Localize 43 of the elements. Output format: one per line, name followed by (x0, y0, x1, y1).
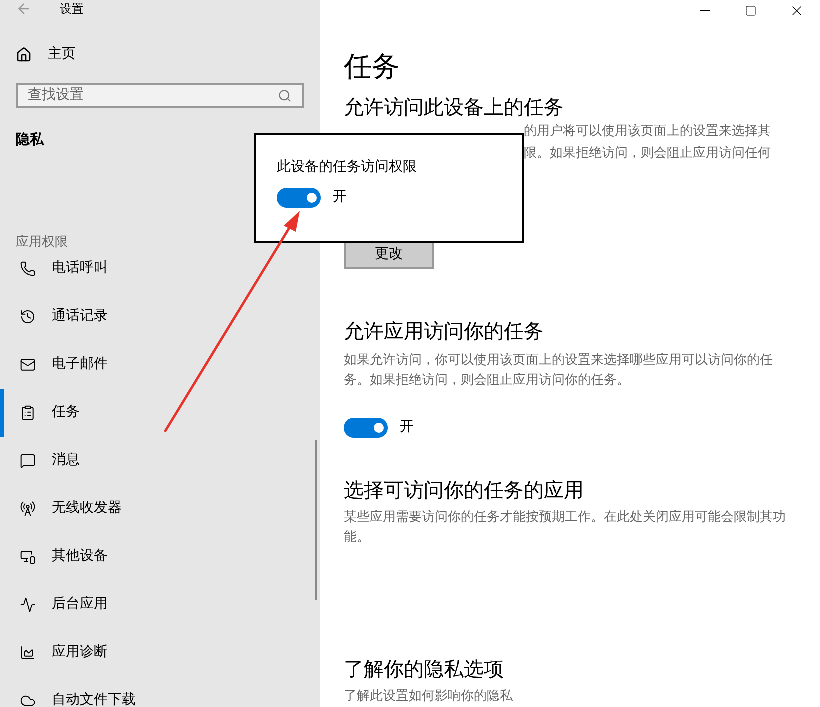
window-title: 设置 (60, 1, 84, 18)
history-icon (20, 308, 36, 324)
sidebar-item[interactable]: 应用诊断 (0, 628, 320, 676)
toggle-switch[interactable] (277, 188, 321, 208)
section-heading: 了解你的隐私选项 (344, 656, 505, 683)
sidebar-item[interactable]: 通话记录 (0, 292, 320, 340)
sidebar-item[interactable]: 其他设备 (0, 532, 320, 580)
section-title: 隐私 (15, 131, 46, 150)
search-box[interactable]: 查找设置 (16, 83, 304, 108)
toggle-label: 开 (333, 188, 347, 207)
description-text: 某些应用需要访问你的任务才能按预期工作。在此处关闭应用可能会限制其功能。 (344, 509, 787, 547)
sidebar-item[interactable]: 电子邮件 (0, 340, 320, 388)
activity-icon (20, 596, 36, 612)
mail-icon (20, 356, 36, 372)
description-text: 如果允许访问，你可以使用该页面上的设置来选择哪些应用可以访问你的任务。如果拒绝访问，则会阻止应用访问你的任务。 (344, 352, 774, 390)
sidebar-item[interactable]: 自动文件下载 (0, 676, 320, 707)
page-title: 任务 (344, 49, 401, 85)
sidebar-item[interactable]: 后台应用 (0, 580, 320, 628)
phone-icon (20, 260, 36, 276)
minimize-icon (700, 10, 710, 11)
devices-icon (20, 548, 36, 564)
sidebar-item[interactable]: 消息 (0, 436, 320, 484)
antenna-icon (20, 500, 36, 516)
back-icon[interactable] (16, 1, 32, 17)
group-header: 应用权限 (15, 234, 69, 252)
search-field[interactable]: 查找设置 (28, 85, 228, 106)
toggle-label: 开 (400, 418, 414, 437)
home-icon[interactable] (16, 46, 32, 62)
toggle-switch[interactable] (344, 418, 388, 438)
maximize-icon (745, 4, 757, 16)
sidebar-item[interactable]: 无线收发器 (0, 484, 320, 532)
search-icon[interactable] (278, 88, 292, 102)
message-icon (20, 452, 36, 468)
chart-icon (20, 644, 36, 660)
popup-label: 此设备的任务访问权限 (277, 158, 418, 177)
description-text: 的用户将可以使用该页面上的设置来选择其 (524, 123, 772, 141)
description-text: 了解此设置如何影响你的隐私 (344, 688, 514, 706)
clipboard-icon (20, 404, 36, 420)
section-heading: 选择可访问你的任务的应用 (344, 477, 585, 504)
home-link[interactable]: 主页 (48, 44, 76, 65)
section-heading: 允许访问此设备上的任务 (344, 94, 565, 121)
section-heading: 允许应用访问你的任务 (344, 318, 545, 345)
description-text: 限。如果拒绝访问，则会阻止应用访问任何 (524, 145, 772, 163)
